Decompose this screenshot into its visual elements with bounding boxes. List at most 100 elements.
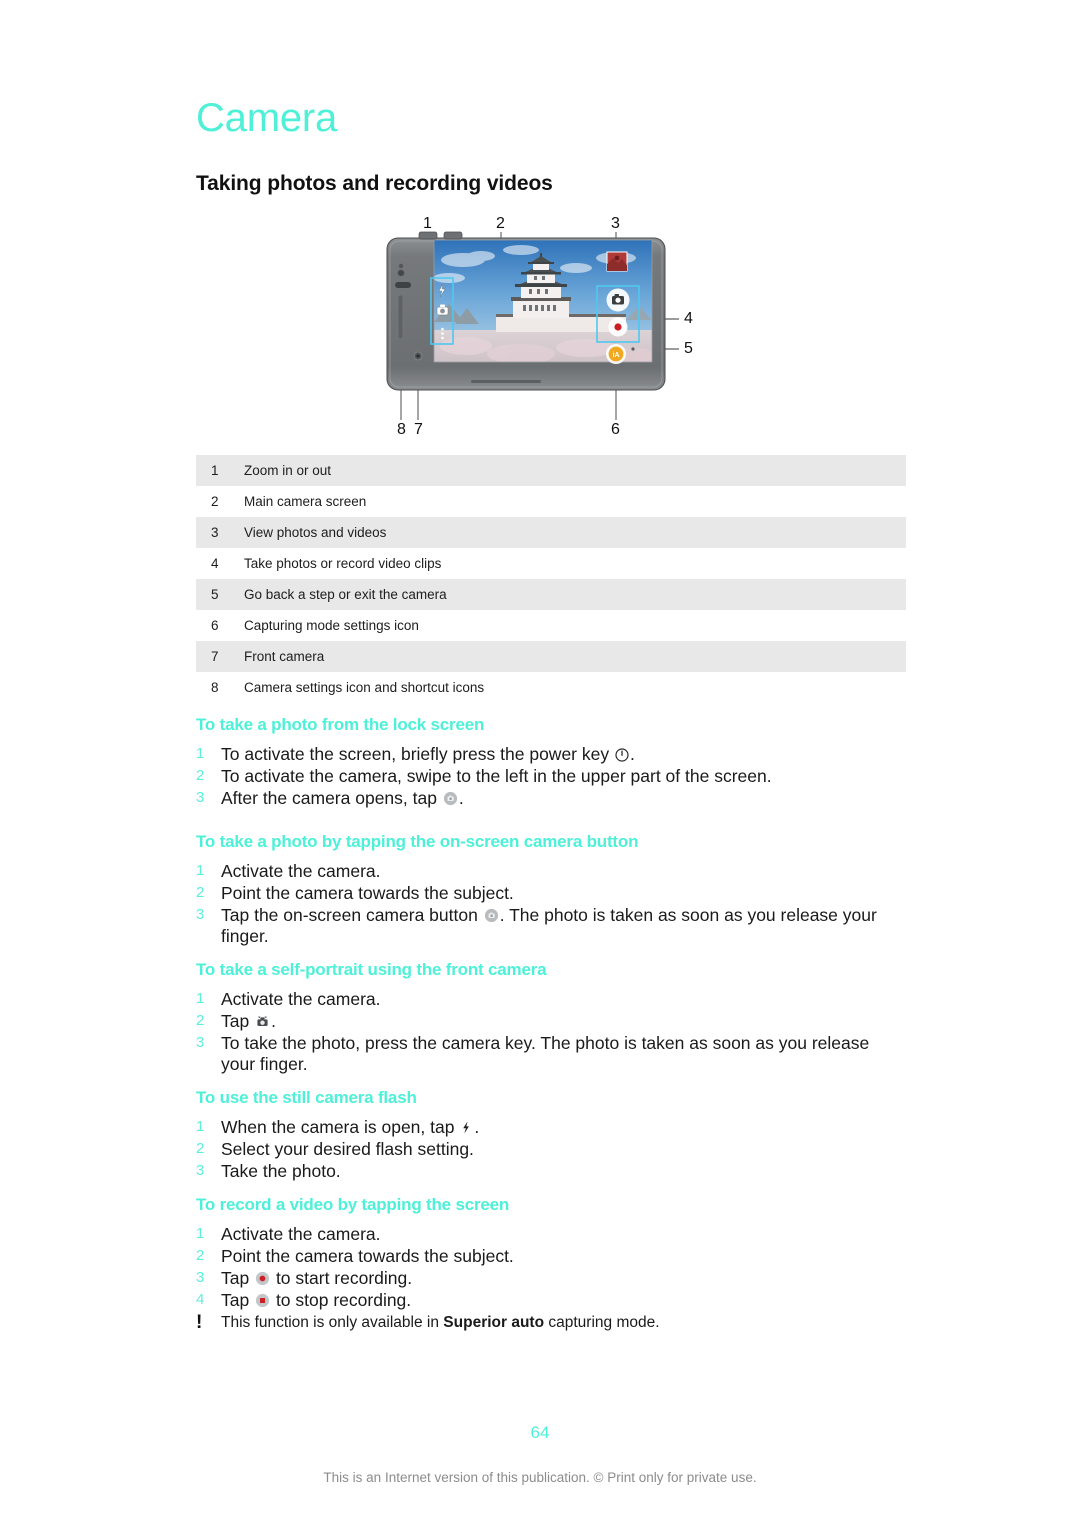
list-item: 3 Tap the on-screen camera button . The … [196, 905, 906, 947]
note-callout: ! This function is only available in Sup… [196, 1313, 906, 1332]
step-text: After the camera opens, tap . [221, 788, 906, 809]
flash-icon [460, 1120, 473, 1135]
procedure-heading: To take a self-portrait using the front … [196, 960, 547, 979]
procedure-onscreen-button: To take a photo by tapping the on-screen… [196, 832, 906, 948]
step-text: To activate the screen, briefly press th… [221, 744, 906, 765]
legend-number: 3 [211, 525, 219, 540]
table-row: 1 Zoom in or out [196, 455, 906, 486]
note-text-after: capturing mode. [544, 1314, 660, 1331]
step-number: 4 [196, 1290, 205, 1308]
shutter-button-icon [484, 908, 499, 923]
step-list: 1 Activate the camera. 2 Point the camer… [196, 1224, 906, 1311]
step-list: 1 When the camera is open, tap . 2 Selec… [196, 1117, 906, 1182]
list-item: 1 When the camera is open, tap . [196, 1117, 906, 1138]
callout-8: 8 [397, 421, 406, 438]
legend-number: 8 [211, 680, 219, 695]
step-text-pre: Tap the on-screen camera button [221, 904, 483, 925]
record-button-icon [255, 1271, 270, 1286]
table-row: 7 Front camera [196, 641, 906, 672]
callout-1: 1 [423, 215, 432, 232]
step-list: 1 Activate the camera. 2 Point the camer… [196, 861, 906, 947]
step-number: 1 [196, 1224, 205, 1242]
switch-camera-icon [255, 1014, 270, 1029]
power-key-icon [615, 747, 629, 762]
step-list: 1 To activate the screen, briefly press … [196, 744, 906, 809]
legend-number: 7 [211, 649, 219, 664]
step-number: 3 [196, 1161, 205, 1179]
note-text: This function is only available in Super… [221, 1313, 906, 1332]
table-row: 6 Capturing mode settings icon [196, 610, 906, 641]
step-number: 1 [196, 744, 205, 762]
procedure-heading: To record a video by tapping the screen [196, 1195, 510, 1214]
procedure-camera-flash: To use the still camera flash 1 When the… [196, 1088, 906, 1183]
legend-label: Front camera [244, 649, 325, 664]
list-item: 3 To take the photo, press the camera ke… [196, 1033, 906, 1075]
step-text: Select your desired flash setting. [221, 1138, 474, 1159]
callout-3: 3 [611, 215, 620, 232]
step-text-pre: When the camera is open, tap [221, 1116, 460, 1137]
legend-label: Zoom in or out [244, 463, 332, 478]
step-text-post: to stop recording. [271, 1289, 412, 1310]
step-number: 1 [196, 861, 205, 879]
step-number: 1 [196, 1117, 205, 1135]
legend-label: View photos and videos [244, 525, 387, 540]
legend-number: 4 [211, 556, 219, 571]
step-number: 2 [196, 1246, 205, 1264]
callout-5: 5 [684, 340, 693, 357]
record-button-icon [608, 317, 628, 337]
legend-table: 1 Zoom in or out 2 Main camera screen 3 … [196, 455, 906, 703]
list-item: 2 To activate the camera, swipe to the l… [196, 766, 906, 787]
list-item: 2 Point the camera towards the subject. [196, 883, 906, 904]
step-number: 2 [196, 1139, 205, 1157]
list-item: 3 After the camera opens, tap . [196, 788, 906, 809]
svg-text:iA: iA [613, 352, 620, 359]
list-item: 4 Tap to stop recording. [196, 1290, 906, 1311]
legend-label: Go back a step or exit the camera [244, 587, 447, 602]
list-item: 2 Point the camera towards the subject. [196, 1246, 906, 1267]
step-number: 3 [196, 1268, 205, 1286]
callout-4: 4 [684, 310, 693, 327]
step-number: 2 [196, 766, 205, 784]
camera-overview-figure: 1 2 3 4 5 6 7 8 iA [371, 212, 701, 440]
step-number: 2 [196, 1011, 205, 1029]
more-options-icon [441, 327, 444, 340]
step-text-post: to start recording. [271, 1267, 413, 1288]
step-number: 3 [196, 788, 205, 806]
thumbnail-icon [606, 251, 628, 272]
step-text: Tap to stop recording. [221, 1290, 906, 1311]
section-heading: Taking photos and recording videos [196, 172, 553, 195]
step-number: 2 [196, 883, 205, 901]
note-text-bold: Superior auto [443, 1314, 545, 1331]
step-text: To activate the camera, swipe to the lef… [221, 765, 772, 786]
step-number: 3 [196, 905, 205, 923]
list-item: 2 Tap . [196, 1011, 906, 1032]
table-row: 3 View photos and videos [196, 517, 906, 548]
page-title: Camera [196, 96, 338, 140]
procedure-heading: To use the still camera flash [196, 1088, 417, 1107]
step-text: Tap to start recording. [221, 1268, 906, 1289]
list-item: 1 Activate the camera. [196, 1224, 906, 1245]
list-item: 3 Take the photo. [196, 1161, 906, 1182]
callout-6: 6 [611, 421, 620, 438]
list-item: 1 Activate the camera. [196, 861, 906, 882]
procedure-heading: To take a photo by tapping the on-screen… [196, 832, 639, 851]
legend-label: Capturing mode settings icon [244, 618, 419, 633]
legend-label: Main camera screen [244, 494, 367, 509]
step-text: Activate the camera. [221, 860, 381, 881]
shutter-button-icon [443, 791, 458, 806]
list-item: 3 Tap to start recording. [196, 1268, 906, 1289]
legend-number: 1 [211, 463, 219, 478]
legend-label: Take photos or record video clips [244, 556, 442, 571]
step-number: 1 [196, 989, 205, 1007]
list-item: 1 To activate the screen, briefly press … [196, 744, 906, 765]
procedure-self-portrait: To take a self-portrait using the front … [196, 960, 906, 1076]
table-row: 2 Main camera screen [196, 486, 906, 517]
document-page: Camera Taking photos and recording video… [0, 0, 1080, 1527]
step-text: Tap . [221, 1011, 906, 1032]
exclamation-icon: ! [196, 1312, 203, 1333]
procedure-lock-screen: To take a photo from the lock screen 1 T… [196, 715, 906, 810]
stop-button-icon [255, 1293, 270, 1308]
step-text-post: . [629, 743, 635, 764]
legend-number: 2 [211, 494, 219, 509]
step-text-post: . [271, 1010, 276, 1031]
